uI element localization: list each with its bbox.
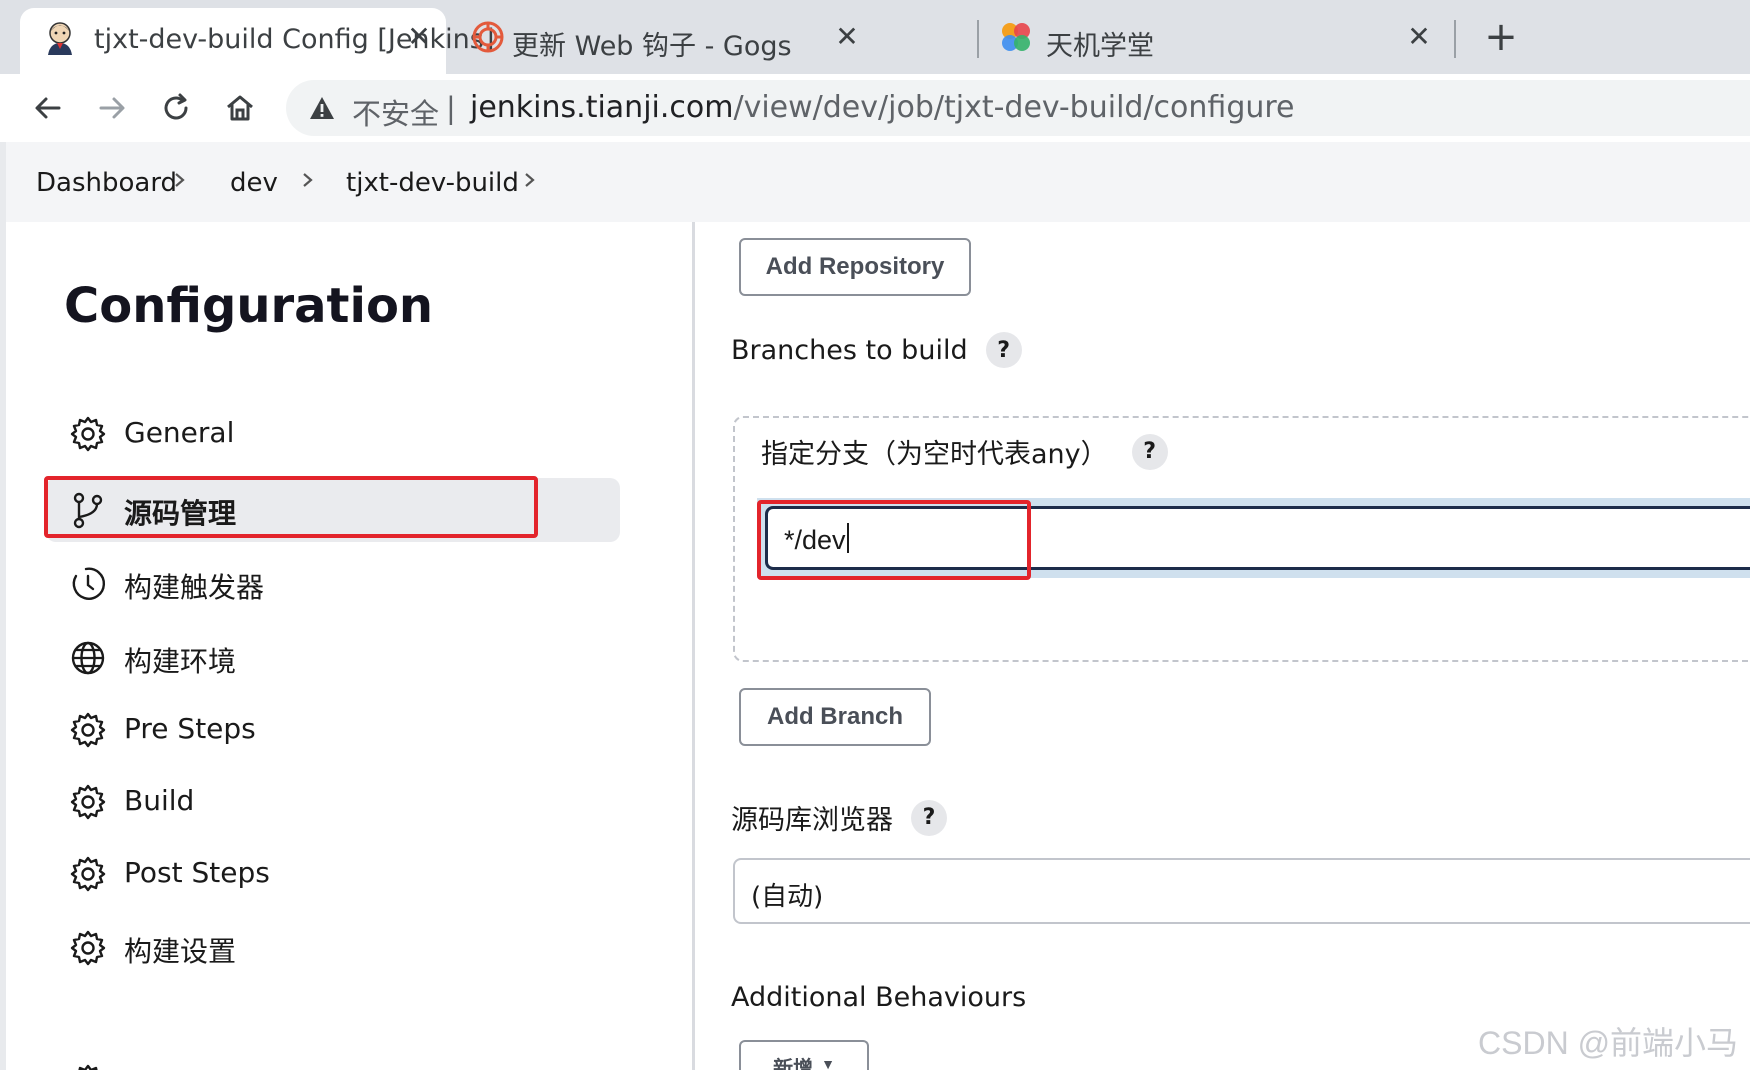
url-host: jenkins.tianji.com (470, 90, 734, 125)
forward-arrow-icon[interactable] (92, 88, 132, 128)
tab-title: 天机学堂 (1046, 31, 1154, 62)
clock-icon (68, 564, 108, 604)
close-tab-icon[interactable]: ✕ (402, 19, 436, 53)
tab-tianji[interactable]: 天机学堂 ✕ (980, 8, 1450, 74)
url-separator: | (446, 91, 456, 125)
repository-browser-value: (自动) (751, 882, 824, 912)
sidebar-item-build-environment[interactable]: 构建环境 (46, 626, 620, 690)
url-path: /view/dev/job/tjxt-dev-build/configure (733, 90, 1295, 125)
sidebar-item-build[interactable]: Build (46, 770, 620, 834)
gear-icon (68, 782, 108, 822)
sidebar-item-label: Post Steps (124, 856, 270, 889)
address-bar[interactable]: 不安全 | jenkins.tianji.com/view/dev/job/tj… (286, 80, 1750, 136)
highlight-box-branch-input (757, 500, 1031, 580)
watermark: CSDN @前端小马 (1478, 1025, 1739, 1061)
branches-to-build-label: Branches to build ? (731, 332, 1022, 368)
breadcrumb-dashboard[interactable]: Dashboard (36, 168, 177, 198)
gear-icon (68, 710, 108, 750)
tab-jenkins-config[interactable]: tjxt-dev-build Config [Jenkins] ✕ (20, 8, 494, 74)
globe-icon (68, 638, 108, 678)
chevron-right-icon[interactable] (170, 166, 190, 194)
tab-title: 更新 Web 钩子 - Gogs (512, 31, 792, 62)
browser-toolbar: 不安全 | jenkins.tianji.com/view/dev/job/tj… (0, 74, 1750, 142)
breadcrumb: Dashboard dev tjxt-dev-build (6, 142, 1750, 222)
sidebar-item-build-triggers[interactable]: 构建触发器 (46, 552, 620, 616)
tianji-icon (998, 19, 1034, 55)
gear-icon (68, 1062, 108, 1070)
tab-gogs-webhook[interactable]: 更新 Web 钩子 - Gogs ✕ (448, 8, 878, 74)
sidebar-item-label: 构建触发器 (124, 571, 265, 604)
url-text[interactable]: jenkins.tianji.com/view/dev/job/tjxt-dev… (470, 90, 1295, 125)
breadcrumb-job[interactable]: tjxt-dev-build (346, 168, 519, 198)
chevron-right-icon[interactable] (298, 166, 318, 194)
back-arrow-icon[interactable] (28, 88, 68, 128)
browser-window: tjxt-dev-build Config [Jenkins] ✕ 更新 Web… (0, 0, 1750, 1070)
highlight-box-source-management (44, 476, 538, 538)
gear-icon (68, 854, 108, 894)
help-icon[interactable]: ? (985, 332, 1022, 368)
chevron-right-icon[interactable] (520, 166, 540, 194)
sidebar-item-post-steps[interactable]: Post Steps (46, 842, 620, 906)
security-label: 不安全 (352, 97, 440, 131)
not-secure-warning-icon[interactable] (308, 94, 336, 126)
tab-separator (977, 20, 979, 58)
config-sidebar: Configuration General 源码管理 构建触发器 构建环境 Pr… (6, 222, 694, 1070)
branch-specifier-label: 指定分支（为空时代表any） ? (761, 432, 1168, 471)
sidebar-item-label: Pre Steps (124, 712, 256, 745)
help-icon[interactable]: ? (1131, 433, 1168, 470)
sidebar-item-cut-off[interactable] (46, 1050, 620, 1070)
gogs-icon (470, 19, 506, 55)
sidebar-item-label: 构建环境 (124, 645, 237, 678)
caret-down-icon: ▼ (821, 1056, 835, 1070)
gear-icon (68, 414, 108, 454)
jenkins-butler-icon (42, 19, 78, 55)
sidebar-item-label: 构建设置 (124, 935, 237, 968)
sidebar-item-general[interactable]: General (46, 402, 620, 466)
add-behaviour-dropdown[interactable]: 新增 ▼ (739, 1040, 869, 1070)
add-branch-button[interactable]: Add Branch (739, 688, 931, 746)
sidebar-item-pre-steps[interactable]: Pre Steps (46, 698, 620, 762)
close-tab-icon[interactable]: ✕ (830, 19, 864, 53)
additional-behaviours-label: Additional Behaviours (731, 982, 1027, 1013)
repository-browser-label: 源码库浏览器 ? (731, 798, 947, 837)
sidebar-item-label: General (124, 416, 235, 449)
sidebar-item-build-settings[interactable]: 构建设置 (46, 916, 620, 980)
add-repository-button[interactable]: Add Repository (739, 238, 971, 296)
help-icon[interactable]: ? (911, 799, 947, 836)
branches-to-build-text: Branches to build (731, 334, 968, 366)
repository-browser-text: 源码库浏览器 (731, 805, 893, 836)
page-title: Configuration (64, 278, 434, 334)
home-icon[interactable] (220, 88, 260, 128)
tab-separator (1454, 20, 1456, 58)
tab-strip: tjxt-dev-build Config [Jenkins] ✕ 更新 Web… (0, 0, 1750, 74)
add-behaviour-label: 新增 (773, 1058, 814, 1070)
new-tab-button[interactable]: + (1478, 14, 1524, 60)
gear-icon (68, 928, 108, 968)
sidebar-item-label: Build (124, 784, 195, 817)
scm-config-panel: Add Repository Branches to build ? 指定分支（… (695, 222, 1750, 1070)
breadcrumb-dev[interactable]: dev (230, 168, 278, 198)
repository-browser-select[interactable]: (自动) (733, 858, 1750, 924)
branch-specifier-text: 指定分支（为空时代表any） (761, 439, 1108, 470)
reload-icon[interactable] (156, 88, 196, 128)
close-tab-icon[interactable]: ✕ (1402, 19, 1436, 53)
